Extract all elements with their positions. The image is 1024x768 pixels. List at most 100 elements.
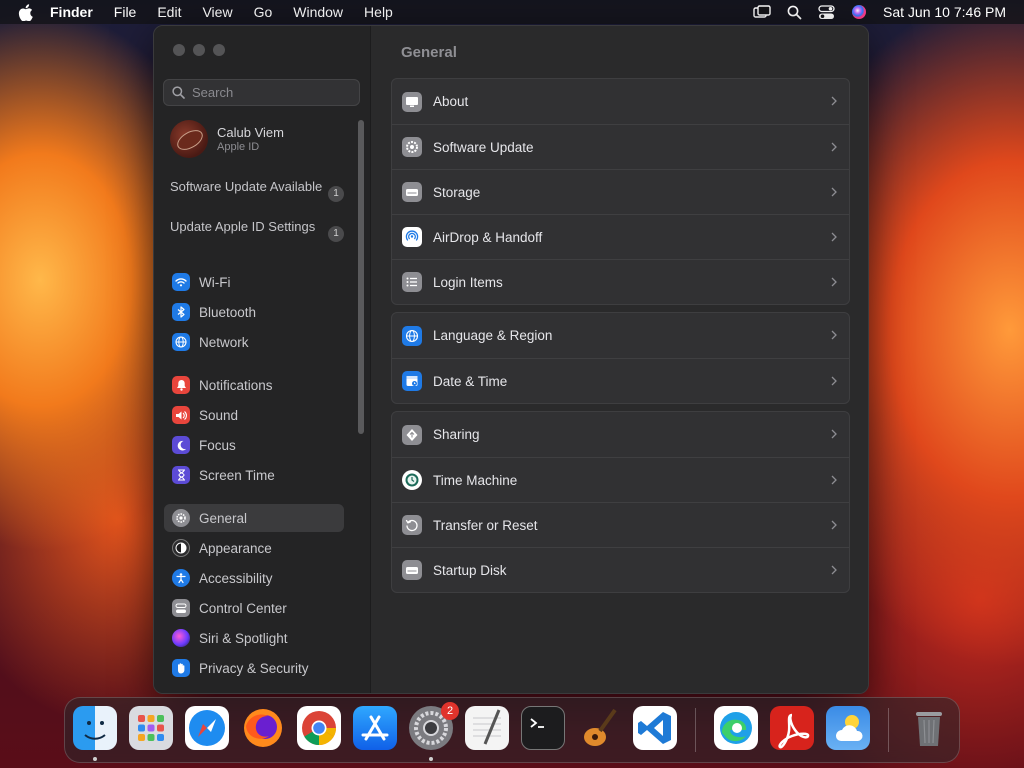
- hourglass-icon: [172, 466, 190, 484]
- row-label: Software Update: [433, 139, 534, 155]
- row-label: Startup Disk: [433, 562, 507, 578]
- row-label: Login Items: [433, 274, 503, 290]
- sidebar-item-privacy-security[interactable]: Privacy & Security: [164, 654, 344, 682]
- row-airdrop-handoff[interactable]: AirDrop & Handoff: [392, 214, 849, 259]
- sidebar-item-screen-time[interactable]: Screen Time: [164, 461, 344, 489]
- search-icon: [172, 86, 185, 99]
- menu-view[interactable]: View: [202, 4, 232, 20]
- textedit-app-icon[interactable]: [465, 706, 509, 750]
- network-globe-icon: [172, 333, 190, 351]
- row-date-time[interactable]: Date & Time: [392, 358, 849, 403]
- sidebar-item-appearance[interactable]: Appearance: [164, 534, 344, 562]
- sidebar-item-label: Appearance: [199, 540, 272, 556]
- sidebar-item-label: Wi-Fi: [199, 274, 231, 290]
- row-time-machine[interactable]: Time Machine: [392, 457, 849, 502]
- sidebar-item-general[interactable]: General: [164, 504, 344, 532]
- row-login-items[interactable]: Login Items: [392, 259, 849, 304]
- row-language-region[interactable]: Language & Region: [392, 313, 849, 358]
- row-software-update[interactable]: Software Update: [392, 124, 849, 169]
- weather-app-icon[interactable]: [826, 706, 870, 750]
- running-indicator: [429, 757, 433, 761]
- system-settings-window: Calub Viem Apple ID Software Update Avai…: [153, 25, 869, 694]
- sidebar-item-accessibility[interactable]: Accessibility: [164, 564, 344, 592]
- spotlight-search-icon[interactable]: [787, 5, 802, 20]
- sidebar-item-wifi[interactable]: Wi-Fi: [164, 268, 344, 296]
- siri-icon[interactable]: [851, 4, 867, 20]
- app-store-app-icon[interactable]: [353, 706, 397, 750]
- profile-name: Calub Viem: [217, 125, 284, 140]
- settings-group-maintenance: Sharing Time Machine Transfer or Reset S…: [391, 411, 850, 593]
- sidebar-item-network[interactable]: Network: [164, 328, 344, 356]
- menu-help[interactable]: Help: [364, 4, 393, 20]
- chevron-right-icon: [831, 96, 837, 106]
- garageband-app-icon[interactable]: [577, 706, 621, 750]
- software-update-notice[interactable]: Software Update Available 1: [170, 179, 344, 202]
- chevron-right-icon: [831, 565, 837, 575]
- row-sharing[interactable]: Sharing: [392, 412, 849, 457]
- safari-app-icon[interactable]: [185, 706, 229, 750]
- row-transfer-reset[interactable]: Transfer or Reset: [392, 502, 849, 547]
- settings-group-system: About Software Update Storage AirDrop & …: [391, 78, 850, 305]
- menu-go[interactable]: Go: [254, 4, 273, 20]
- acrobat-app-icon[interactable]: [770, 706, 814, 750]
- chevron-right-icon: [831, 187, 837, 197]
- drive-icon: [402, 182, 422, 202]
- row-label: Date & Time: [433, 373, 508, 389]
- notice-label: Update Apple ID Settings: [170, 219, 316, 234]
- minimize-window-button[interactable]: [193, 44, 205, 56]
- chevron-right-icon: [831, 429, 837, 439]
- moon-icon: [172, 436, 190, 454]
- chrome-app-icon[interactable]: [297, 706, 341, 750]
- sidebar-item-sound[interactable]: Sound: [164, 401, 344, 429]
- zoom-window-button[interactable]: [213, 44, 225, 56]
- chevron-right-icon: [831, 330, 837, 340]
- avatar: [170, 120, 208, 158]
- control-center-icon[interactable]: [818, 4, 835, 20]
- menu-window[interactable]: Window: [293, 4, 343, 20]
- terminal-app-icon[interactable]: [521, 706, 565, 750]
- row-startup-disk[interactable]: Startup Disk: [392, 547, 849, 592]
- search-field[interactable]: [163, 79, 360, 106]
- close-window-button[interactable]: [173, 44, 185, 56]
- row-about[interactable]: About: [392, 79, 849, 124]
- chevron-right-icon: [831, 142, 837, 152]
- launchpad-app-icon[interactable]: [129, 706, 173, 750]
- trash-app-icon[interactable]: [907, 706, 951, 750]
- sidebar-item-notifications[interactable]: Notifications: [164, 371, 344, 399]
- menubar-clock[interactable]: Sat Jun 10 7:46 PM: [883, 4, 1006, 20]
- sidebar-scrollbar[interactable]: [358, 120, 364, 434]
- notification-badge: 2: [441, 702, 459, 720]
- sidebar-item-bluetooth[interactable]: Bluetooth: [164, 298, 344, 326]
- row-storage[interactable]: Storage: [392, 169, 849, 214]
- finder-app-icon[interactable]: [73, 706, 117, 750]
- menu-file[interactable]: File: [114, 4, 137, 20]
- chevron-right-icon: [831, 376, 837, 386]
- display-icon: [402, 91, 422, 112]
- sidebar-item-label: Siri & Spotlight: [199, 630, 288, 646]
- edge-app-icon[interactable]: [714, 706, 758, 750]
- menu-bar: Finder File Edit View Go Window Help Sat…: [0, 0, 1024, 24]
- sidebar-item-label: Network: [199, 334, 249, 350]
- search-input[interactable]: [192, 85, 352, 100]
- menu-edit[interactable]: Edit: [157, 4, 181, 20]
- apple-id-profile[interactable]: Calub Viem Apple ID: [170, 120, 284, 158]
- sidebar-item-label: Accessibility: [199, 570, 273, 586]
- sidebar-item-label: Focus: [199, 437, 236, 453]
- apple-id-settings-notice[interactable]: Update Apple ID Settings 1: [170, 219, 344, 242]
- wifi-icon: [172, 273, 190, 291]
- screen-mirroring-icon[interactable]: [753, 5, 771, 19]
- dock: 2: [64, 697, 960, 763]
- sidebar-item-control-center[interactable]: Control Center: [164, 594, 344, 622]
- accessibility-icon: [172, 569, 190, 587]
- firefox-app-icon[interactable]: [241, 706, 285, 750]
- sidebar-item-siri-spotlight[interactable]: Siri & Spotlight: [164, 624, 344, 652]
- chevron-right-icon: [831, 277, 837, 287]
- apple-menu-icon[interactable]: [18, 3, 34, 21]
- menu-finder[interactable]: Finder: [50, 4, 93, 20]
- vscode-app-icon[interactable]: [633, 706, 677, 750]
- notice-label: Software Update Available: [170, 179, 323, 194]
- sidebar-item-focus[interactable]: Focus: [164, 431, 344, 459]
- bluetooth-icon: [172, 303, 190, 321]
- row-label: Sharing: [433, 427, 480, 442]
- time-machine-icon: [402, 470, 422, 490]
